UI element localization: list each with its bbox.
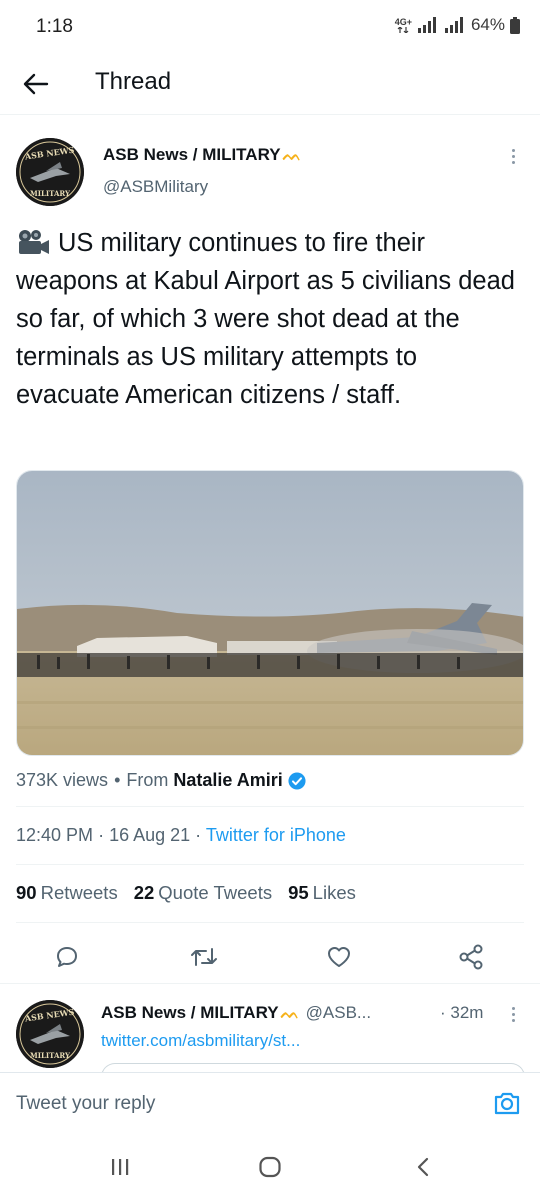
tweet-time[interactable]: 12:40 PM bbox=[16, 825, 93, 845]
share-button[interactable] bbox=[454, 940, 488, 974]
quote-tweets-stat[interactable]: 22 Quote Tweets bbox=[134, 882, 272, 904]
reply-link[interactable]: twitter.com/asbmilitary/st... bbox=[101, 1031, 300, 1051]
likes-stat[interactable]: 95 Likes bbox=[288, 882, 356, 904]
camera-button[interactable] bbox=[492, 1089, 526, 1119]
header: Thread bbox=[0, 56, 540, 112]
header-divider bbox=[0, 114, 540, 115]
tweet-text: US military continues to fire their weap… bbox=[16, 229, 515, 409]
divider bbox=[16, 922, 524, 923]
status-bar: 1:18 4G+ 64% bbox=[0, 0, 540, 56]
chevron-left-icon bbox=[417, 1157, 429, 1177]
reply-author[interactable]: ASB News / MILITARY ᨓ @ASB... bbox=[101, 1003, 371, 1023]
more-options-icon[interactable] bbox=[503, 142, 523, 170]
status-icons: 4G+ 64% bbox=[395, 15, 520, 35]
crown-icon: ᨓ bbox=[282, 147, 302, 164]
share-icon bbox=[459, 944, 483, 970]
status-time: 1:18 bbox=[36, 16, 73, 37]
from-name-link[interactable]: Natalie Amiri bbox=[173, 770, 282, 791]
divider bbox=[16, 806, 524, 807]
reply-more-options-icon[interactable] bbox=[503, 1000, 523, 1028]
battery-icon bbox=[510, 16, 520, 34]
back-nav-button[interactable] bbox=[408, 1154, 438, 1180]
reply-avatar[interactable]: ASB NEWS MILITARY bbox=[16, 1000, 84, 1068]
verified-badge-icon bbox=[288, 771, 306, 790]
recent-apps-icon bbox=[112, 1159, 129, 1175]
action-bar bbox=[0, 932, 540, 980]
like-icon bbox=[328, 947, 350, 967]
home-icon bbox=[259, 1156, 281, 1178]
signal-icon-2 bbox=[444, 17, 463, 33]
battery-percent: 64% bbox=[470, 15, 505, 34]
like-button[interactable] bbox=[322, 940, 356, 974]
reply-input[interactable] bbox=[16, 1093, 456, 1115]
system-nav-bar bbox=[0, 1132, 540, 1200]
divider bbox=[0, 983, 540, 984]
engagement-stats: 90 Retweets 22 Quote Tweets 95 Likes bbox=[16, 882, 356, 904]
compose-bar bbox=[0, 1072, 540, 1132]
timestamp-row: 12:40 PM · 16 Aug 21 · Twitter for iPhon… bbox=[16, 825, 346, 845]
crown-icon: ᨓ bbox=[280, 1005, 300, 1022]
author-handle[interactable]: @ASBMilitary bbox=[103, 177, 208, 197]
home-button[interactable] bbox=[255, 1154, 285, 1180]
recent-apps-button[interactable] bbox=[105, 1154, 135, 1180]
retweet-icon bbox=[191, 948, 217, 966]
svg-text:MILITARY: MILITARY bbox=[30, 189, 71, 198]
tweet-video[interactable] bbox=[16, 470, 524, 756]
video-camera-icon bbox=[19, 230, 49, 254]
signal-icon bbox=[417, 17, 436, 33]
retweet-button[interactable] bbox=[187, 940, 221, 974]
views-row: 373K views • From Natalie Amiri bbox=[16, 770, 306, 791]
arrow-left-icon bbox=[23, 73, 49, 95]
svg-text:MILITARY: MILITARY bbox=[30, 1051, 71, 1060]
divider bbox=[16, 864, 524, 865]
back-button[interactable] bbox=[18, 68, 54, 100]
reply-button[interactable] bbox=[50, 940, 84, 974]
reply-time: · 32m bbox=[440, 1003, 484, 1022]
page-title: Thread bbox=[95, 68, 172, 95]
author-name[interactable]: ASB News / MILITARY ᨓ bbox=[103, 145, 302, 165]
from-label: From bbox=[126, 770, 169, 790]
camera-icon bbox=[494, 1092, 520, 1115]
source-link[interactable]: Twitter for iPhone bbox=[206, 825, 346, 845]
reply-icon bbox=[57, 947, 77, 967]
avatar[interactable]: ASB NEWS MILITARY bbox=[16, 138, 84, 206]
network-icon: 4G+ bbox=[395, 17, 412, 33]
view-count: 373K views bbox=[16, 770, 109, 790]
retweets-stat[interactable]: 90 Retweets bbox=[16, 882, 118, 904]
tweet-date[interactable]: 16 Aug 21 bbox=[109, 825, 190, 845]
